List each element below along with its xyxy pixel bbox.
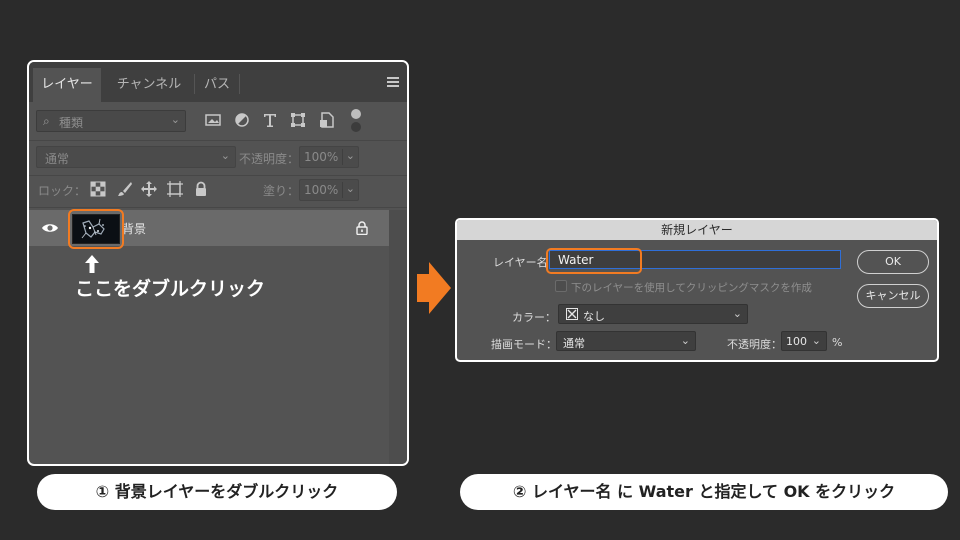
blend-mode-label: 描画モード：	[491, 338, 557, 351]
tab-channels[interactable]: チャンネル	[107, 68, 191, 102]
opacity-label: 不透明度：	[239, 152, 300, 166]
color-select[interactable]: なし ⌄	[558, 304, 748, 324]
tab-layers[interactable]: レイヤー	[33, 68, 101, 102]
clipping-mask-label: 下のレイヤーを使用してクリッピングマスクを作成	[571, 282, 812, 294]
chevron-down-icon: ⌄	[732, 307, 742, 320]
layers-panel: レイヤー チャンネル パス ⌕ 種類 ⌄ 通常 ⌄ 不透明度： 100% ⌄ ロ…	[27, 60, 409, 466]
double-click-instruction: ここをダブルクリック	[75, 278, 266, 300]
layer-name[interactable]: 背景	[122, 220, 146, 237]
lock-all-icon[interactable]	[193, 181, 209, 197]
step2-caption: ② レイヤー名 に Water と指定して OK をクリック	[460, 474, 948, 510]
scrollbar-track[interactable]	[389, 210, 407, 464]
opacity-value: 100%	[304, 150, 339, 164]
cancel-button[interactable]: キャンセル	[857, 284, 929, 308]
type-filter-icon[interactable]	[262, 112, 278, 128]
shape-filter-icon[interactable]	[290, 112, 306, 128]
blend-mode-value: 通常	[45, 152, 70, 166]
opacity-field: 100% ⌄	[299, 146, 359, 168]
fill-field: 100% ⌄	[299, 179, 359, 201]
blend-mode-select: 通常 ⌄	[36, 146, 236, 168]
chevron-down-icon: ⌄	[220, 149, 230, 162]
panel-menu-icon[interactable]	[387, 77, 399, 87]
thumbnail-highlight	[68, 209, 124, 249]
chevron-down-icon: ⌄	[170, 113, 180, 126]
step1-caption: ① 背景レイヤーをダブルクリック	[37, 474, 397, 510]
smart-object-filter-icon[interactable]	[319, 112, 335, 128]
chevron-down-icon: ⌄	[345, 149, 355, 162]
layer-name-label: レイヤー名	[493, 256, 548, 269]
opacity-field[interactable]: 100 ⌄	[781, 331, 827, 351]
new-layer-dialog: 新規レイヤー レイヤー名 Water 下のレイヤーを使用してクリッピングマスクを…	[455, 218, 939, 362]
color-label: カラー：	[512, 311, 556, 324]
percent-label: %	[832, 336, 843, 349]
opacity-label: 不透明度：	[727, 338, 782, 351]
eye-icon[interactable]	[41, 222, 59, 234]
chevron-down-icon: ⌄	[345, 182, 355, 195]
fill-value: 100%	[304, 183, 339, 197]
ok-button[interactable]: OK	[857, 250, 929, 274]
name-input-highlight	[546, 248, 642, 274]
panel-tabbar: レイヤー チャンネル パス	[29, 62, 407, 102]
fill-label: 塗り：	[263, 184, 300, 198]
search-icon: ⌕	[43, 114, 50, 128]
filter-toggle[interactable]	[351, 109, 361, 133]
image-filter-icon[interactable]	[205, 112, 221, 128]
filter-kind-select[interactable]: ⌕ 種類 ⌄	[36, 110, 186, 132]
dialog-title: 新規レイヤー	[457, 220, 937, 240]
blend-mode-select[interactable]: 通常 ⌄	[556, 331, 696, 351]
lock-image-pixels-icon[interactable]	[117, 181, 133, 197]
chevron-down-icon: ⌄	[680, 334, 690, 347]
chevron-down-icon: ⌄	[811, 334, 821, 347]
up-arrow-icon	[85, 255, 99, 273]
blend-mode-value: 通常	[563, 337, 585, 350]
clipping-mask-checkbox[interactable]	[555, 280, 567, 292]
adjustment-filter-icon[interactable]	[234, 112, 250, 128]
lock-position-icon[interactable]	[141, 181, 157, 197]
color-value: なし	[583, 310, 605, 323]
opacity-value: 100	[786, 335, 807, 348]
tab-paths[interactable]: パス	[197, 68, 237, 102]
right-arrow-icon	[417, 262, 451, 314]
lock-artboard-icon[interactable]	[167, 181, 183, 197]
no-color-swatch-icon	[566, 308, 578, 320]
filter-kind-label: 種類	[59, 116, 84, 130]
lock-label: ロック：	[38, 184, 87, 198]
lock-transparent-pixels-icon[interactable]	[90, 181, 106, 197]
layer-lock-icon[interactable]	[356, 221, 368, 235]
